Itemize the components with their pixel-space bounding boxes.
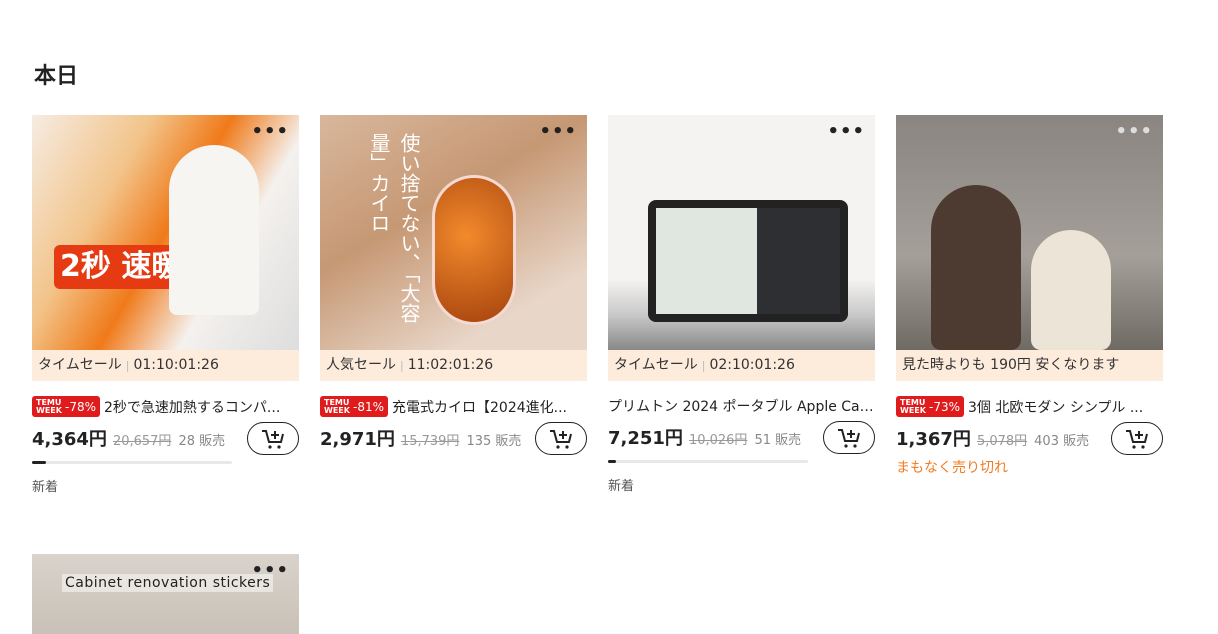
cart-plus-icon bbox=[262, 429, 284, 449]
more-options-icon[interactable]: ••• bbox=[827, 121, 865, 142]
sold-count: 51 販売 bbox=[754, 433, 802, 448]
sold-count: 403 販売 bbox=[1034, 434, 1090, 449]
temu-week-badge: TEMU WEEK -81% bbox=[320, 396, 389, 417]
product-image[interactable]: ••• bbox=[896, 115, 1163, 350]
section-title: 本日 bbox=[34, 64, 79, 89]
original-price: 20,657円 bbox=[112, 434, 172, 449]
more-options-icon[interactable]: ••• bbox=[1115, 121, 1153, 142]
more-options-icon[interactable]: ••• bbox=[539, 121, 577, 142]
stock-progress bbox=[608, 460, 808, 463]
progress-fill bbox=[32, 461, 46, 464]
image-caption: 使い捨てない、「大容量」カイロ bbox=[367, 133, 421, 323]
temu-week-badge: TEMU WEEK -78% bbox=[32, 396, 101, 417]
add-to-cart-button[interactable] bbox=[535, 422, 587, 455]
sold-count: 28 販売 bbox=[178, 434, 226, 449]
product-name[interactable]: 充電式カイロ【2024進化... bbox=[392, 397, 567, 417]
image-caption: Cabinet renovation stickers bbox=[62, 574, 274, 592]
sale-banner: 人気セール | 11:02:01:26 bbox=[320, 350, 587, 381]
product-name[interactable]: プリムトン 2024 ポータブル Apple Car... bbox=[608, 396, 875, 416]
countdown: 01:10:01:26 bbox=[133, 357, 219, 373]
sold-count: 135 販売 bbox=[466, 434, 522, 449]
price-drop-banner: 見た時よりも 190円 安くなります bbox=[896, 350, 1163, 381]
product-image[interactable]: Cabinet renovation stickers ••• bbox=[32, 554, 299, 634]
sale-banner: タイムセール | 01:10:01:26 bbox=[32, 350, 299, 381]
price: 4,364円 bbox=[32, 429, 107, 450]
temu-week-badge: TEMU WEEK -73% bbox=[896, 396, 965, 417]
product-card[interactable]: ••• タイムセール | 02:10:01:26 プリムトン 2024 ポータブル … bbox=[608, 115, 875, 494]
cart-plus-icon bbox=[838, 428, 860, 448]
price: 2,971円 bbox=[320, 429, 395, 450]
more-options-icon[interactable]: ••• bbox=[251, 560, 289, 581]
cart-plus-icon bbox=[1126, 429, 1148, 449]
cart-plus-icon bbox=[550, 429, 572, 449]
product-image[interactable]: 2秒 速暖 ••• bbox=[32, 115, 299, 350]
price: 1,367円 bbox=[896, 429, 971, 450]
countdown: 02:10:01:26 bbox=[709, 357, 795, 373]
product-name[interactable]: 2秒で急速加熱するコンパ... bbox=[104, 397, 280, 417]
price: 7,251円 bbox=[608, 428, 683, 449]
product-card[interactable]: 2秒 速暖 ••• タイムセール | 01:10:01:26 TEMU WEEK -78… bbox=[32, 115, 299, 495]
add-to-cart-button[interactable] bbox=[247, 422, 299, 455]
product-card[interactable]: Cabinet renovation stickers ••• bbox=[32, 554, 299, 634]
product-name[interactable]: 3個 北欧モダン シンプル ... bbox=[968, 397, 1143, 417]
new-tag: 新着 bbox=[608, 479, 635, 494]
progress-fill bbox=[608, 460, 616, 463]
product-image[interactable]: 使い捨てない、「大容量」カイロ ••• bbox=[320, 115, 587, 350]
original-price: 5,078円 bbox=[976, 434, 1028, 449]
new-tag: 新着 bbox=[32, 480, 59, 495]
add-to-cart-button[interactable] bbox=[823, 421, 875, 454]
countdown: 11:02:01:26 bbox=[407, 357, 494, 373]
selling-out-status: まもなく売り切れ bbox=[896, 460, 1008, 476]
product-card[interactable]: ••• 見た時よりも 190円 安くなります TEMU WEEK -73% 3個 北欧… bbox=[896, 115, 1163, 477]
product-image[interactable]: ••• bbox=[608, 115, 875, 350]
sale-banner: タイムセール | 02:10:01:26 bbox=[608, 350, 875, 381]
original-price: 15,739円 bbox=[400, 434, 460, 449]
original-price: 10,026円 bbox=[688, 433, 748, 448]
image-caption: 2秒 速暖 bbox=[54, 245, 188, 289]
product-card[interactable]: 使い捨てない、「大容量」カイロ ••• 人気セール | 11:02:01:26 TE… bbox=[320, 115, 587, 455]
more-options-icon[interactable]: ••• bbox=[251, 121, 289, 142]
add-to-cart-button[interactable] bbox=[1111, 422, 1163, 455]
stock-progress bbox=[32, 461, 232, 464]
